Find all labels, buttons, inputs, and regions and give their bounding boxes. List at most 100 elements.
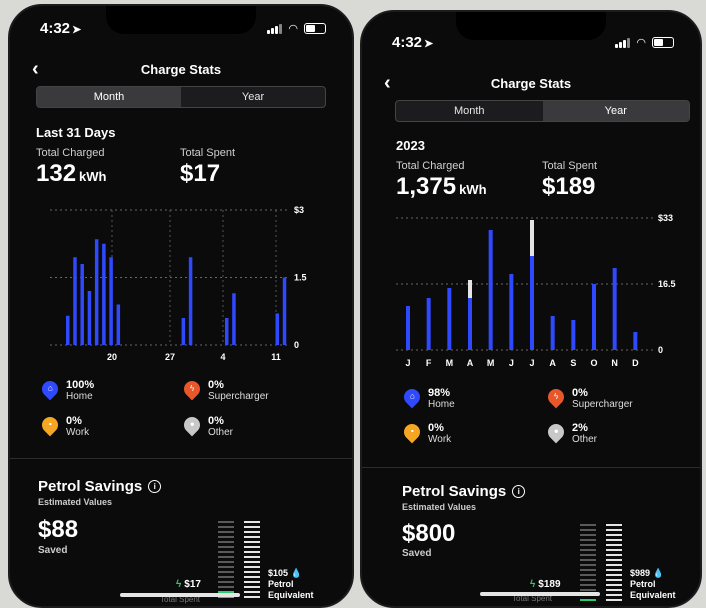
x-tick-label: A xyxy=(549,358,556,368)
stack-segment xyxy=(244,586,260,588)
status-time: 4:32 xyxy=(392,34,423,51)
stack-segment xyxy=(580,534,596,536)
info-icon[interactable]: i xyxy=(512,485,526,498)
y-tick-label: 1.5 xyxy=(294,273,307,283)
stack-segment xyxy=(606,524,622,526)
petrol-label-1: Petrol xyxy=(268,579,294,589)
status-bar: 4:32 ➤ ◠ xyxy=(10,20,352,40)
legend-other: ● 0% Other xyxy=(180,413,233,438)
signal-icon xyxy=(267,23,283,34)
legend-work-pct: 0% xyxy=(66,415,82,427)
stack-segment xyxy=(606,599,622,601)
tab-year[interactable]: Year xyxy=(181,87,325,107)
stack-segment xyxy=(606,544,622,546)
bar-month-11 xyxy=(612,268,617,350)
stack-segment xyxy=(580,569,596,571)
stack-segment xyxy=(606,589,622,591)
total-charged-label: Total Charged xyxy=(36,147,105,159)
location-icon: ➤ xyxy=(72,24,82,36)
legend-other-name: Other xyxy=(572,434,598,445)
stack-segment xyxy=(218,566,234,568)
stack-segment xyxy=(606,569,622,571)
period-label: Last 31 Days xyxy=(36,125,116,140)
tab-month[interactable]: Month xyxy=(396,101,543,121)
stack-segment xyxy=(580,559,596,561)
x-tick-label: 27 xyxy=(165,352,175,362)
bolt-small-icon: ϟ xyxy=(176,579,182,590)
petrol-equivalent-label: $989 💧 Petrol Equivalent xyxy=(630,568,676,601)
period-label: 2023 xyxy=(396,138,425,153)
petrol-savings-title: Petrol Savings i xyxy=(38,478,162,495)
total-spent-value: $189 xyxy=(542,173,596,200)
tab-year[interactable]: Year xyxy=(542,101,689,121)
stack-segment xyxy=(606,594,622,596)
monthly-spend-chart[interactable]: $33 16.5 0 J F M A M J J A S O N D xyxy=(392,210,692,372)
bolt-small-icon: ϟ xyxy=(530,579,536,590)
stack-segment xyxy=(218,521,234,523)
y-tick-label: 16.5 xyxy=(658,279,676,289)
legend-supercharger-name: Supercharger xyxy=(208,391,269,402)
status-bar: 4:32 ➤ ◠ xyxy=(362,34,700,54)
bar-day-23 xyxy=(224,318,229,345)
legend-supercharger: ϟ 0% Supercharger xyxy=(180,377,269,402)
stack-segment xyxy=(218,526,234,528)
bar-month-1 xyxy=(406,306,410,350)
daily-spend-chart[interactable]: $3 1.5 0 20 27 4 11 xyxy=(30,198,330,363)
legend-home-name: Home xyxy=(428,399,455,410)
bar-day-31 xyxy=(282,277,287,345)
total-spent-label: Total Spent xyxy=(542,160,598,172)
petrol-savings-title: Petrol Savings i xyxy=(402,483,526,500)
bar-month-2 xyxy=(426,298,431,350)
drop-icon: 💧 xyxy=(290,568,302,578)
bar-day-7 xyxy=(109,257,113,345)
stack-segment xyxy=(244,551,260,553)
tab-month[interactable]: Month xyxy=(37,87,181,107)
bar-month-other-7 xyxy=(530,220,534,256)
stack-segment xyxy=(218,561,234,563)
bar-day-24 xyxy=(232,293,236,345)
pin-icon: ● xyxy=(544,420,568,444)
page-title: Charge Stats xyxy=(140,62,222,77)
stack-segment xyxy=(218,551,234,553)
stack-segment xyxy=(218,556,234,558)
bar-month-3 xyxy=(447,288,452,350)
stack-segment xyxy=(580,554,596,556)
x-tick-label: J xyxy=(509,358,514,368)
stack-segment xyxy=(244,566,260,568)
bar-day-8 xyxy=(116,304,121,345)
stack-segment xyxy=(244,556,260,558)
bar-month-7 xyxy=(530,256,534,350)
y-tick-label: 0 xyxy=(294,340,299,350)
stack-segment xyxy=(244,526,260,528)
stack-segment xyxy=(244,581,260,583)
stack-segment xyxy=(580,564,596,566)
wifi-icon: ◠ xyxy=(288,22,298,35)
total-charged-unit: kWh xyxy=(79,169,107,184)
home-indicator xyxy=(120,593,240,597)
bar-month-10 xyxy=(592,284,596,350)
x-tick-label: D xyxy=(632,358,639,368)
drop-icon: 💧 xyxy=(652,568,664,578)
stack-segment xyxy=(606,539,622,541)
stack-segment xyxy=(218,546,234,548)
saved-label: Saved xyxy=(402,548,432,559)
stack-segment xyxy=(606,564,622,566)
total-spent-stack xyxy=(580,524,596,601)
total-spent: Total Spent $17 xyxy=(180,147,235,188)
bar-month-12 xyxy=(633,332,638,350)
stack-segment xyxy=(606,574,622,576)
bar-day-4 xyxy=(87,291,92,345)
legend-work-name: Work xyxy=(66,427,90,438)
bar-month-8 xyxy=(550,316,555,350)
total-charged-value: 1,375 xyxy=(396,173,457,200)
briefcase-icon: ▪ xyxy=(38,413,62,437)
petrol-label-2: Equivalent xyxy=(630,590,676,600)
petrol-equivalent-stack xyxy=(244,521,260,598)
petrol-value: $989 xyxy=(630,568,651,578)
bar-month-9 xyxy=(571,320,576,350)
bar-month-6 xyxy=(509,274,514,350)
wifi-icon: ◠ xyxy=(636,36,646,49)
info-icon[interactable]: i xyxy=(148,480,162,493)
x-tick-label: 11 xyxy=(271,352,281,362)
petrol-label-2: Equivalent xyxy=(268,590,314,600)
